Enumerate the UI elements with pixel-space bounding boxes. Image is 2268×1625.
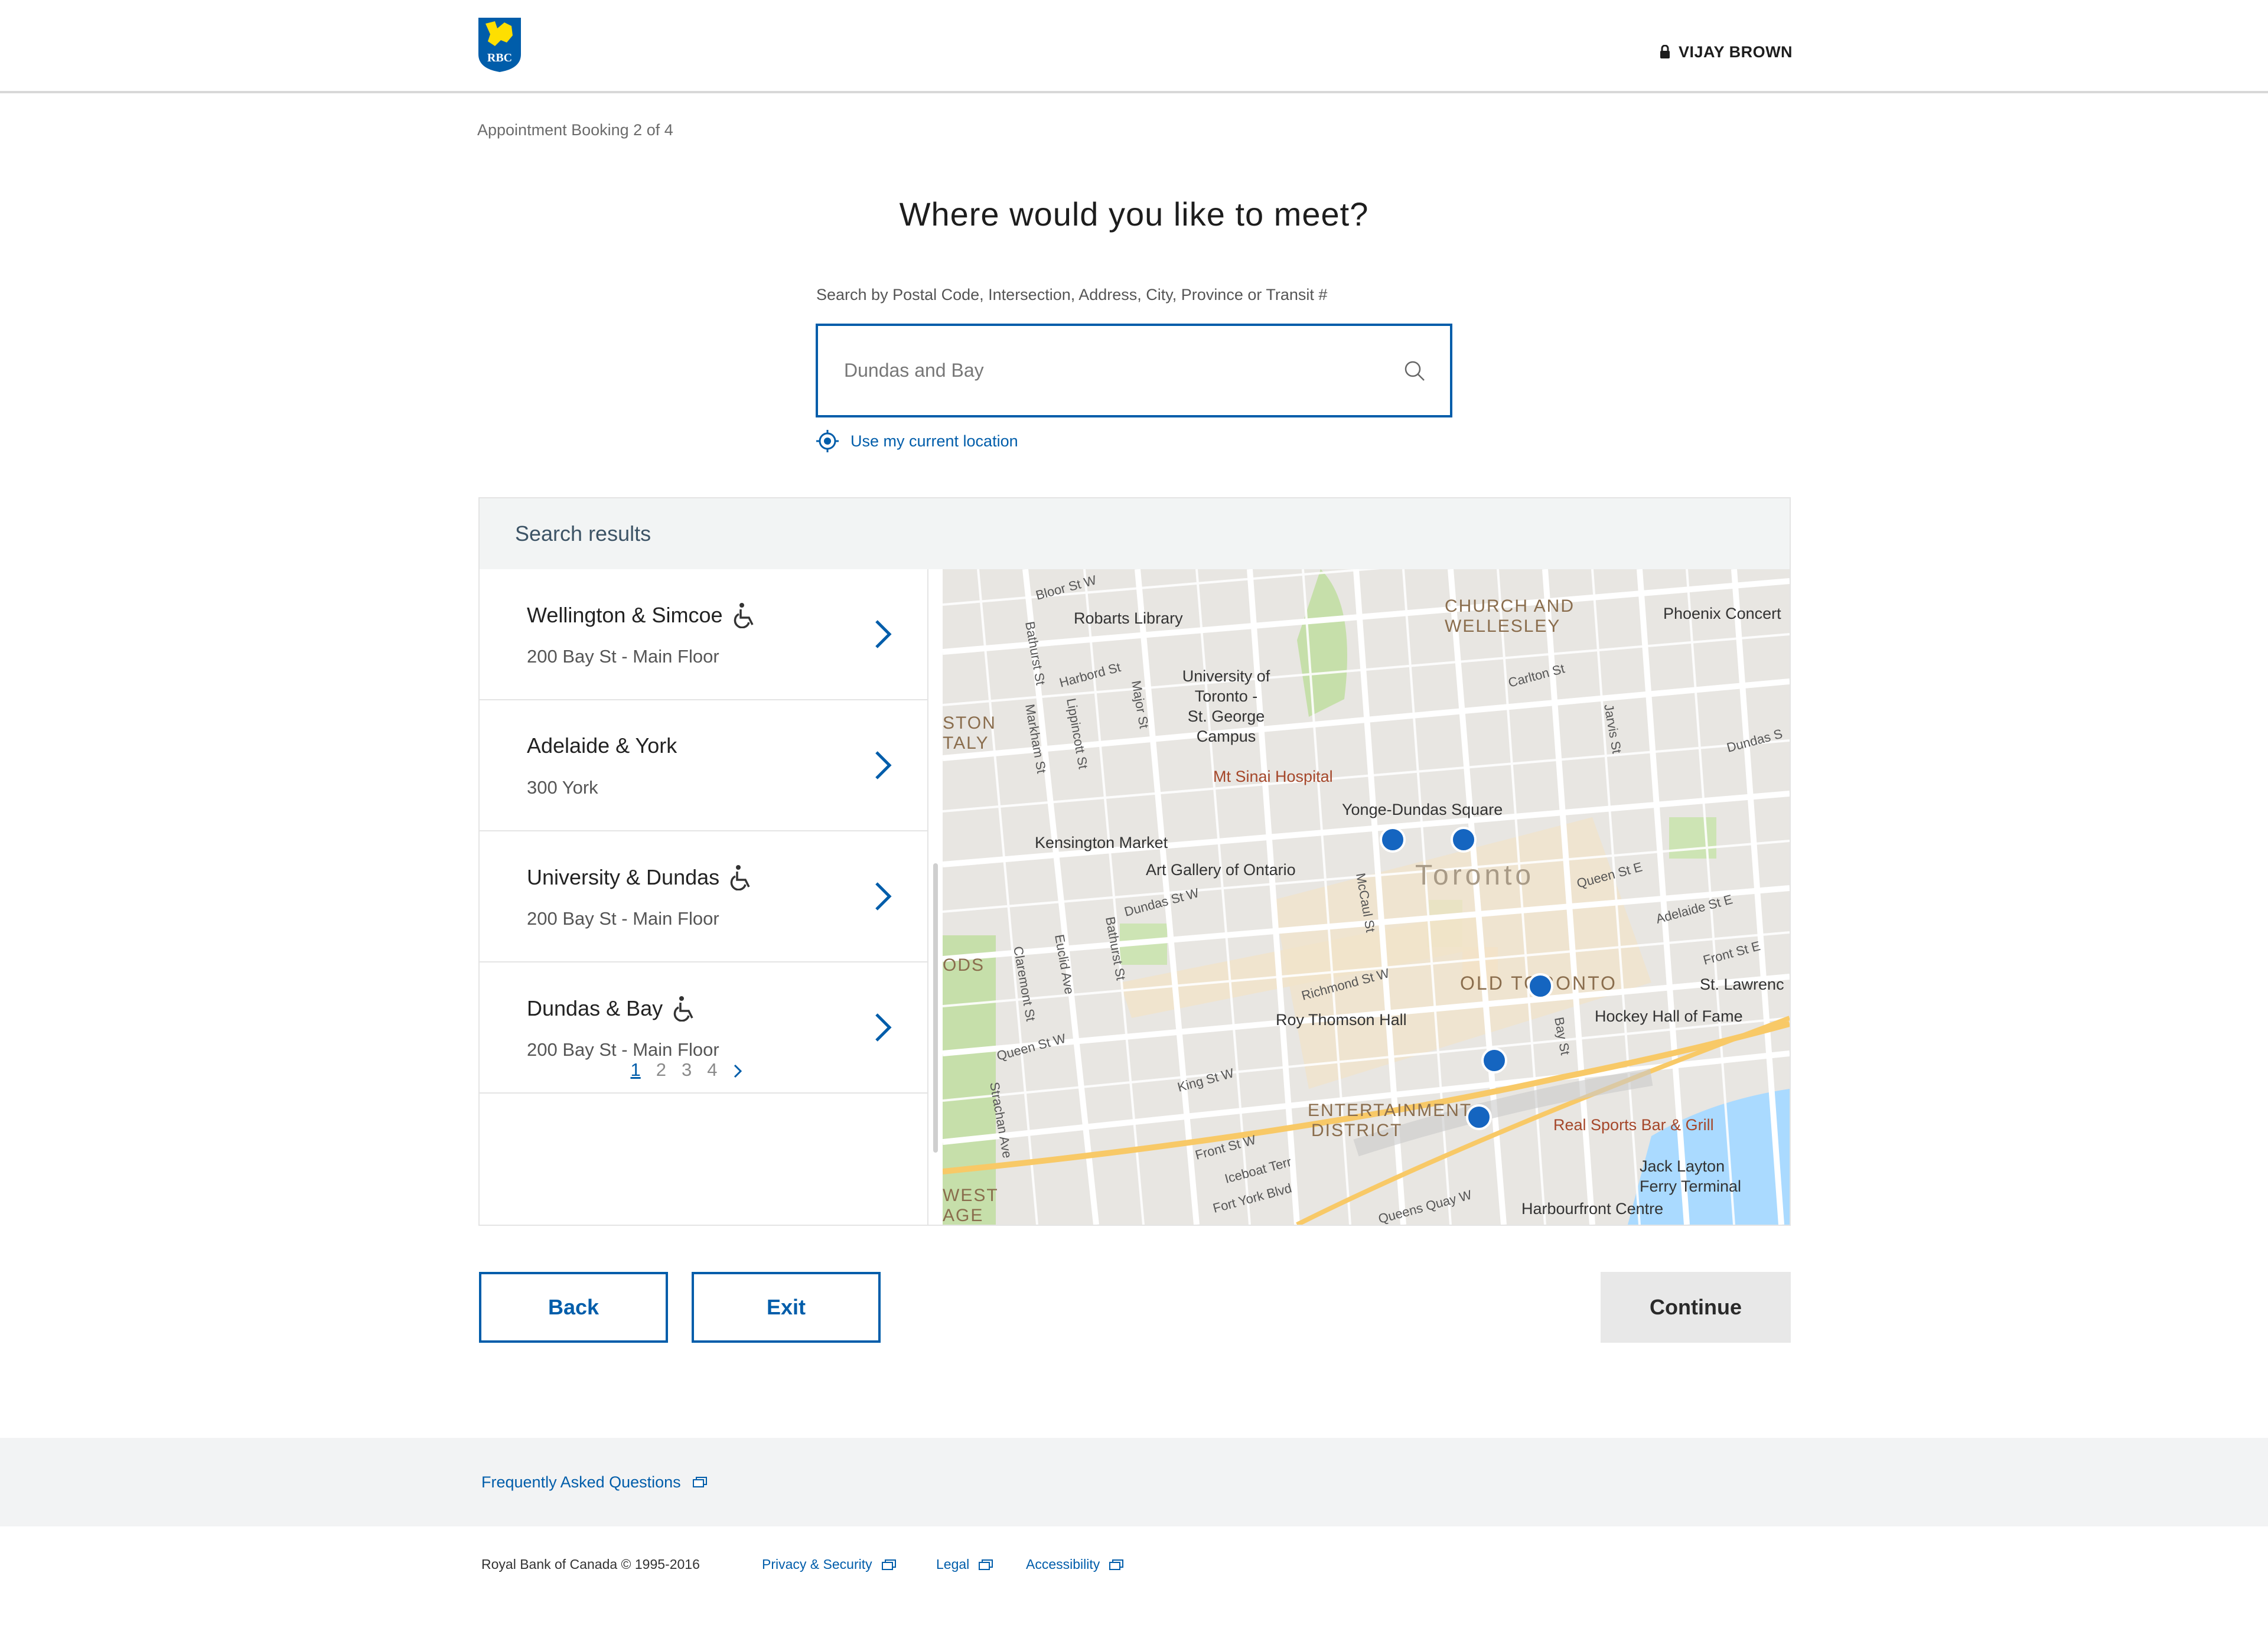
- chevron-right-icon[interactable]: [874, 881, 892, 912]
- map-label: ENTERTAINMENT: [1308, 1101, 1472, 1120]
- map-pin: [1451, 827, 1477, 853]
- search-results-title: Search results: [515, 521, 651, 546]
- map[interactable]: Bloor St W Robarts Library CHURCH AND WE…: [943, 569, 1790, 1225]
- chevron-right-icon[interactable]: [874, 1012, 892, 1043]
- result-item[interactable]: University & Dundas 200 Bay St - Main Fl…: [480, 831, 927, 962]
- map-label: Toronto: [1415, 860, 1534, 891]
- map-pin: [1380, 827, 1406, 853]
- privacy-label: Privacy & Security: [762, 1557, 872, 1572]
- result-item[interactable]: Wellington & Simcoe 200 Bay St - Main Fl…: [480, 569, 927, 700]
- lock-icon: [1660, 45, 1670, 58]
- privacy-link[interactable]: Privacy & Security: [762, 1557, 896, 1572]
- search-input-value: Dundas and Bay: [844, 360, 984, 381]
- continue-button[interactable]: Continue: [1601, 1272, 1791, 1343]
- external-window-icon: [692, 1477, 707, 1487]
- map-label: Ferry Terminal: [1640, 1177, 1741, 1195]
- faq-bar: Frequently Asked Questions: [0, 1438, 2268, 1526]
- map-label: Phoenix Concert: [1663, 605, 1781, 622]
- exit-button[interactable]: Exit: [692, 1272, 881, 1343]
- result-name: Dundas & Bay: [527, 996, 663, 1020]
- map-pin: [1527, 973, 1553, 999]
- page-link-4[interactable]: 4: [707, 1059, 717, 1081]
- next-page-icon[interactable]: [733, 1063, 742, 1079]
- map-label: CHURCH AND: [1445, 596, 1575, 616]
- map-label: DISTRICT: [1311, 1121, 1402, 1140]
- page-link-1[interactable]: 1: [631, 1059, 641, 1081]
- legal-link[interactable]: Legal: [936, 1557, 993, 1572]
- accessibility-label: Accessibility: [1026, 1557, 1100, 1572]
- results-list: Wellington & Simcoe 200 Bay St - Main Fl…: [480, 569, 928, 1225]
- map-label: St. Lawrenc: [1700, 975, 1784, 993]
- map-label: WELLESLEY: [1445, 616, 1560, 636]
- wheelchair-icon: [730, 865, 750, 890]
- map-label: TALY: [943, 733, 989, 753]
- search-results-panel: Search results Wellington & Simcoe 200 B…: [478, 497, 1791, 1226]
- page-link-2[interactable]: 2: [656, 1059, 666, 1081]
- accessibility-link[interactable]: Accessibility: [1026, 1557, 1124, 1572]
- user-menu[interactable]: VIJAY BROWN: [1660, 43, 1793, 61]
- rbc-logo[interactable]: RBC: [477, 17, 522, 73]
- search-icon[interactable]: [1403, 359, 1426, 383]
- map-label: University of: [1182, 667, 1270, 685]
- result-address: 200 Bay St - Main Floor: [527, 908, 719, 929]
- external-window-icon: [1109, 1559, 1124, 1570]
- map-label: ODS: [943, 955, 985, 975]
- external-window-icon: [979, 1559, 993, 1570]
- result-name: University & Dundas: [527, 865, 720, 889]
- legal-label: Legal: [936, 1557, 970, 1572]
- external-window-icon: [881, 1559, 896, 1570]
- page-title: Where would you like to meet?: [899, 195, 1369, 233]
- map-label: Real Sports Bar & Grill: [1553, 1116, 1714, 1134]
- user-name: VIJAY BROWN: [1679, 43, 1793, 61]
- result-address: 200 Bay St - Main Floor: [527, 1039, 719, 1060]
- map-label: Robarts Library: [1074, 609, 1183, 627]
- map-pin: [1481, 1048, 1507, 1073]
- faq-label: Frequently Asked Questions: [481, 1473, 681, 1491]
- wheelchair-icon: [734, 603, 754, 628]
- map-label: Hockey Hall of Fame: [1595, 1007, 1743, 1025]
- step-indicator: Appointment Booking 2 of 4: [477, 121, 673, 139]
- search-label: Search by Postal Code, Intersection, Add…: [816, 286, 1328, 304]
- result-name: Adelaide & York: [527, 733, 677, 758]
- use-current-location-label: Use my current location: [850, 432, 1018, 450]
- map-label: Harbourfront Centre: [1521, 1200, 1663, 1218]
- map-label: STON: [943, 713, 996, 733]
- map-label: St. George: [1188, 707, 1265, 725]
- crosshair-icon: [816, 430, 839, 452]
- map-label: AGE: [943, 1206, 983, 1225]
- result-address: 200 Bay St - Main Floor: [527, 646, 719, 667]
- logo-text: RBC: [487, 51, 512, 64]
- page-link-3[interactable]: 3: [682, 1059, 692, 1081]
- result-name: Wellington & Simcoe: [527, 603, 723, 627]
- map-label: Jack Layton: [1640, 1157, 1725, 1175]
- site-header: RBC VIJAY BROWN: [0, 0, 2268, 93]
- result-item[interactable]: Adelaide & York 300 York: [480, 700, 927, 831]
- chevron-right-icon[interactable]: [874, 619, 892, 650]
- map-label: Toronto -: [1195, 687, 1258, 705]
- results-scrollbar[interactable]: [933, 863, 938, 1153]
- copyright: Royal Bank of Canada © 1995-2016: [481, 1557, 700, 1572]
- map-label: Mt Sinai Hospital: [1213, 768, 1333, 785]
- map-label: Kensington Market: [1035, 834, 1168, 851]
- search-input[interactable]: Dundas and Bay: [816, 324, 1452, 417]
- chevron-right-icon[interactable]: [874, 750, 892, 781]
- map-pin: [1466, 1104, 1492, 1130]
- pagination: 1 2 3 4: [480, 1059, 928, 1081]
- map-label: WEST: [943, 1186, 999, 1205]
- back-button[interactable]: Back: [479, 1272, 668, 1343]
- map-label: Roy Thomson Hall: [1276, 1011, 1407, 1029]
- wheelchair-icon: [673, 996, 693, 1022]
- result-address: 300 York: [527, 777, 598, 798]
- map-label: Art Gallery of Ontario: [1146, 861, 1296, 879]
- use-current-location-link[interactable]: Use my current location: [815, 429, 1018, 453]
- faq-link[interactable]: Frequently Asked Questions: [481, 1438, 707, 1526]
- search-results-header: Search results: [480, 498, 1790, 569]
- map-label: Campus: [1197, 727, 1256, 745]
- map-label: Yonge-Dundas Square: [1342, 801, 1503, 818]
